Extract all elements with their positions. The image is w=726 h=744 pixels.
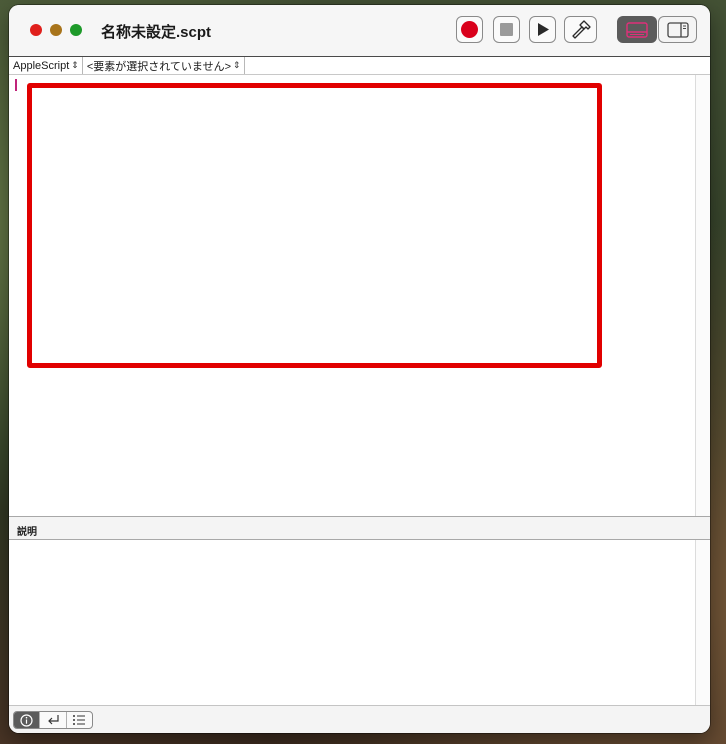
list-icon [73,715,86,725]
stop-icon [500,23,513,36]
highlight-box [27,83,602,368]
info-button[interactable] [14,712,40,728]
bottom-panel-icon [626,21,648,38]
event-log-button[interactable] [65,712,92,728]
text-caret [15,79,17,91]
sidebar-icon [666,21,689,38]
compile-button[interactable] [564,16,597,43]
element-label: <要素が選択されていません> [86,60,231,73]
info-icon [20,713,33,727]
return-icon [48,715,59,725]
script-editor-area[interactable] [9,75,694,516]
minimize-window-button[interactable] [50,24,62,36]
navigation-bar: AppleScript ⇕ <要素が選択されていません> ⇕ [9,57,710,75]
updown-chevron-icon: ⇕ [233,60,241,70]
title-bar: 名称未設定.scpt [9,5,710,57]
description-header[interactable]: 説明 [9,516,710,540]
play-icon [537,23,549,36]
window-title: 名称未設定.scpt [101,24,212,41]
record-icon [461,21,478,38]
element-popup[interactable]: <要素が選択されていません> ⇕ [83,57,245,74]
description-text-area[interactable] [9,540,694,705]
show-log-view-button[interactable] [617,16,657,43]
run-button[interactable] [529,16,556,43]
description-label: 説明 [17,527,37,538]
zoom-window-button[interactable] [70,24,82,36]
bottom-bar [9,705,710,733]
stop-button[interactable] [493,16,520,43]
close-window-button[interactable] [30,24,42,36]
language-popup[interactable]: AppleScript ⇕ [9,57,83,74]
show-sidebar-button[interactable] [658,16,697,43]
script-editor-window: 名称未設定.scpt AppleScript ⇕ <要素が選択されていません> … [9,5,710,733]
result-button[interactable] [39,712,65,728]
language-label: AppleScript [13,59,70,72]
description-scrollbar[interactable] [695,540,710,705]
bottom-view-selector [13,711,93,729]
record-button[interactable] [456,16,483,43]
editor-scrollbar[interactable] [695,75,710,516]
hammer-icon [571,19,591,39]
updown-chevron-icon: ⇕ [71,60,79,70]
